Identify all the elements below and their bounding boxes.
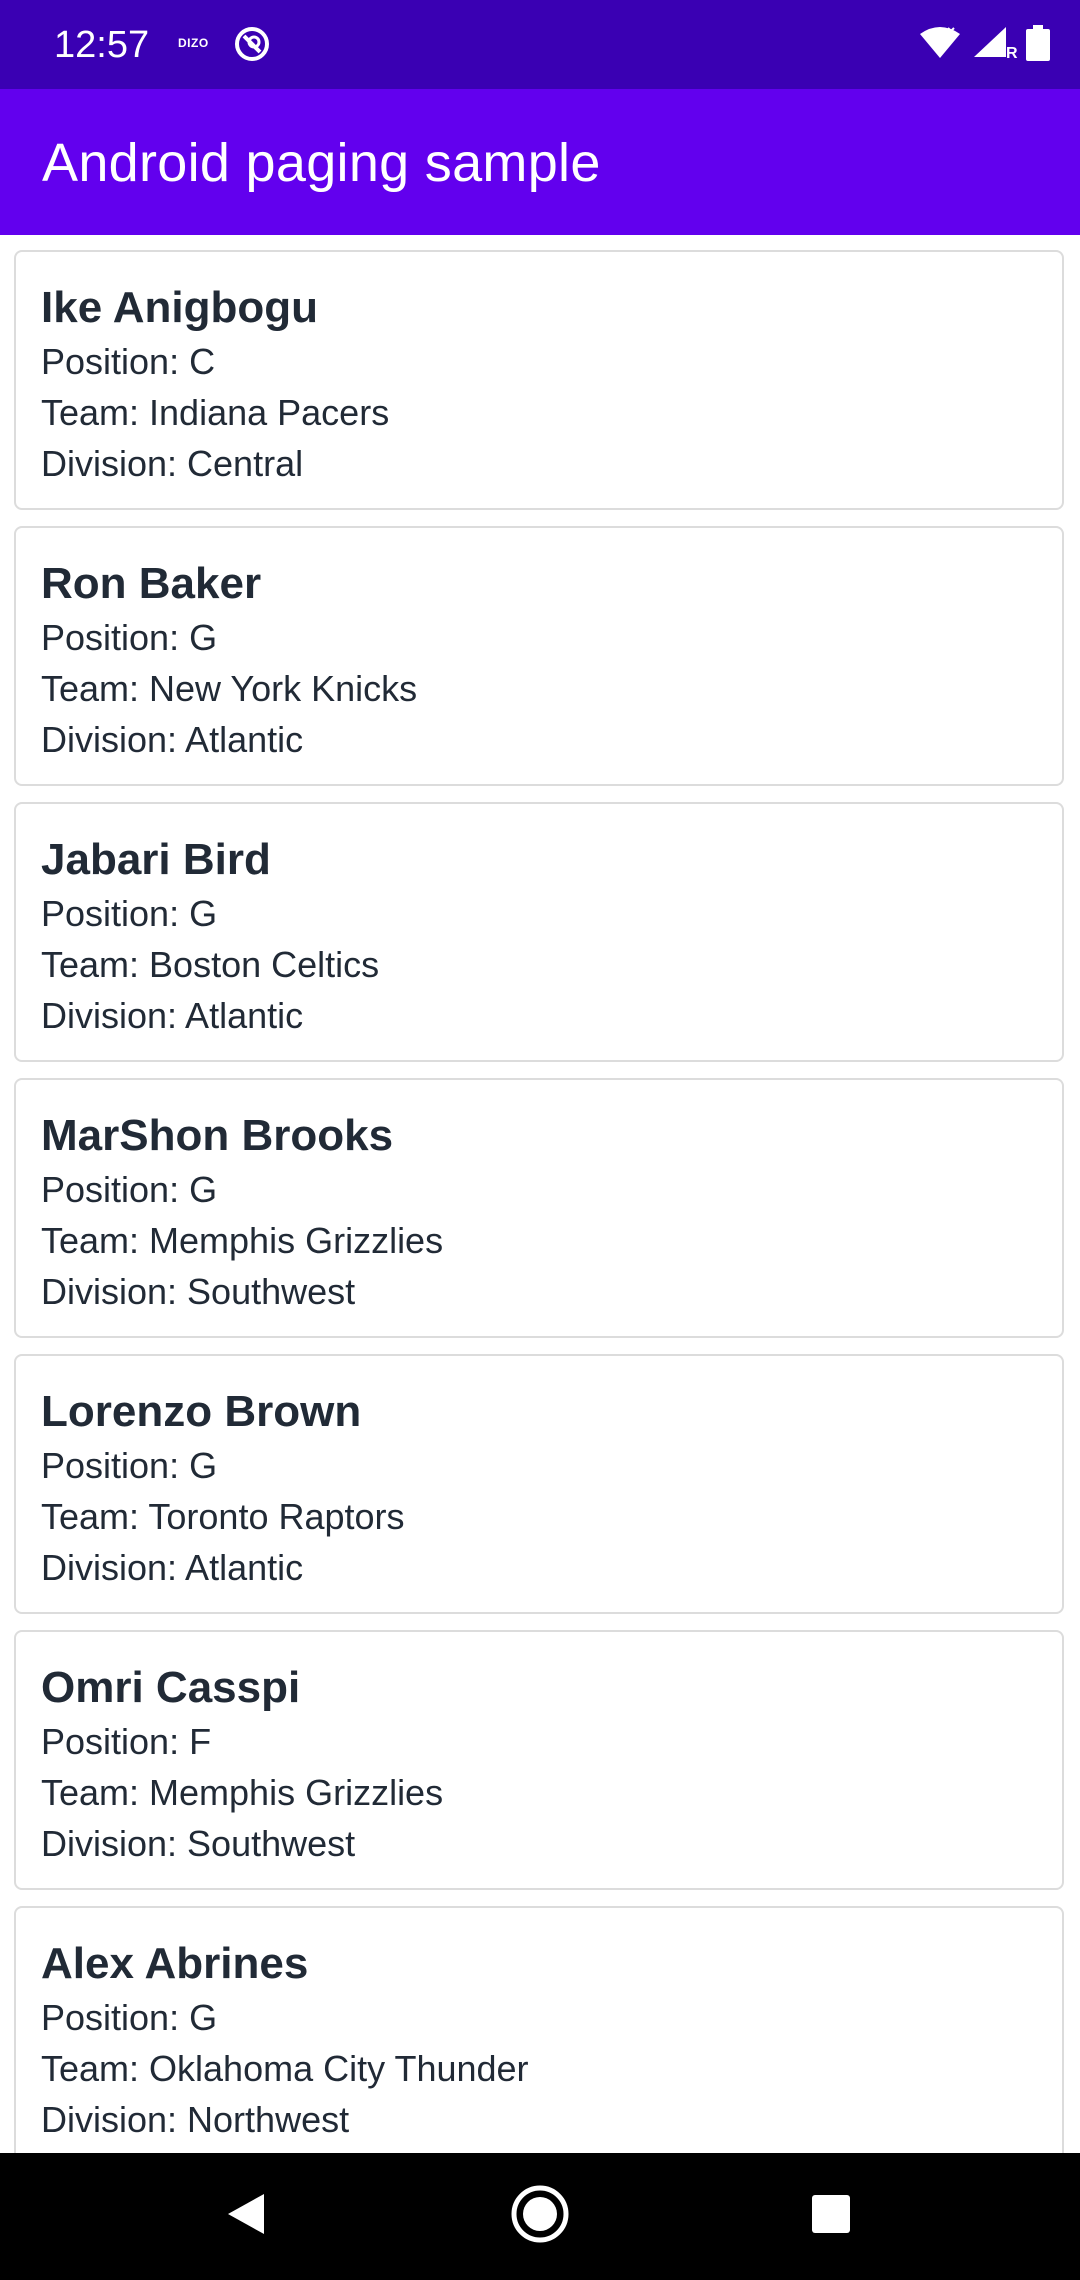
app-title: Android paging sample <box>42 133 601 193</box>
player-card[interactable]: MarShon Brooks Position: G Team: Memphis… <box>14 1078 1064 1338</box>
home-icon <box>510 2184 570 2249</box>
player-position: Position: G <box>41 1997 218 2038</box>
wifi-icon <box>918 26 962 65</box>
player-division: Division: Central <box>41 443 304 484</box>
player-team: Team: New York Knicks <box>41 668 418 709</box>
player-card[interactable]: Alex Abrines Position: G Team: Oklahoma … <box>14 1906 1064 2153</box>
player-team: Team: Memphis Grizzlies <box>41 1772 444 1813</box>
carrier-label: DIZO <box>178 36 209 50</box>
player-card[interactable]: Lorenzo Brown Position: G Team: Toronto … <box>14 1354 1064 1614</box>
player-position: Position: G <box>41 1445 218 1486</box>
status-time: 12:57 <box>54 24 150 66</box>
player-division: Division: Atlantic <box>41 995 304 1036</box>
player-position: Position: F <box>41 1721 212 1762</box>
home-button[interactable] <box>480 2153 600 2280</box>
player-division: Division: Southwest <box>41 1271 356 1312</box>
player-division: Division: Atlantic <box>41 719 304 760</box>
player-team: Team: Boston Celtics <box>41 944 380 985</box>
status-icons: R <box>918 22 1050 68</box>
player-name: Omri Casspi <box>41 1663 301 1712</box>
app-bar: Android paging sample <box>0 89 1080 235</box>
recents-icon <box>811 2194 851 2239</box>
player-position: Position: C <box>41 341 216 382</box>
player-position: Position: G <box>41 617 218 658</box>
player-position: Position: G <box>41 1169 218 1210</box>
player-name: Alex Abrines <box>41 1939 309 1988</box>
player-name: Ron Baker <box>41 559 262 608</box>
player-name: Ike Anigbogu <box>41 283 319 332</box>
player-name: Jabari Bird <box>41 835 271 884</box>
recents-button[interactable] <box>771 2153 891 2280</box>
player-team: Team: Oklahoma City Thunder <box>41 2048 529 2089</box>
player-division: Division: Atlantic <box>41 1547 304 1588</box>
roaming-label: R <box>1006 45 1018 62</box>
player-card[interactable]: Ike Anigbogu Position: C Team: Indiana P… <box>14 250 1064 510</box>
back-icon <box>226 2192 266 2241</box>
player-division: Division: Northwest <box>41 2099 350 2140</box>
player-card[interactable]: Ron Baker Position: G Team: New York Kni… <box>14 526 1064 786</box>
navigation-bar <box>0 2153 1080 2280</box>
status-bar: 12:57 DIZO R <box>0 0 1080 89</box>
player-name: MarShon Brooks <box>41 1111 394 1160</box>
app-notification-icon <box>232 24 272 64</box>
player-list[interactable]: Ike Anigbogu Position: C Team: Indiana P… <box>0 235 1080 2153</box>
cellular-signal-icon: R <box>972 25 1018 65</box>
player-team: Team: Toronto Raptors <box>41 1496 405 1537</box>
back-button[interactable] <box>186 2153 306 2280</box>
screen: 12:57 DIZO R Android paging sample Ike A… <box>0 0 1080 2280</box>
battery-icon <box>1026 24 1050 66</box>
player-division: Division: Southwest <box>41 1823 356 1864</box>
player-name: Lorenzo Brown <box>41 1387 362 1436</box>
player-team: Team: Indiana Pacers <box>41 392 390 433</box>
player-card[interactable]: Omri Casspi Position: F Team: Memphis Gr… <box>14 1630 1064 1890</box>
player-position: Position: G <box>41 893 218 934</box>
player-card[interactable]: Jabari Bird Position: G Team: Boston Cel… <box>14 802 1064 1062</box>
player-team: Team: Memphis Grizzlies <box>41 1220 444 1261</box>
